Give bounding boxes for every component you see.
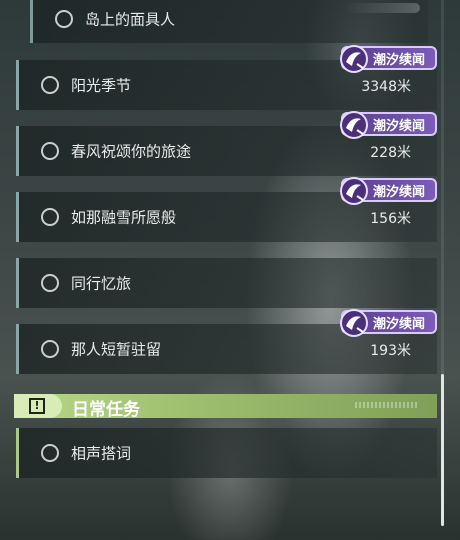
radio-circle-icon[interactable]	[41, 444, 59, 462]
quest-item[interactable]: 春风祝颂你的旅途 潮汐续闻 228米	[16, 111, 437, 176]
radio-circle-icon[interactable]	[41, 208, 59, 226]
quest-distance: 228米	[370, 145, 411, 161]
radio-circle-icon[interactable]	[41, 274, 59, 292]
section-icon-box: !	[14, 394, 62, 418]
quest-tag-label: 潮汐续闻	[373, 52, 426, 68]
quest-item[interactable]: 同行忆旅	[16, 258, 437, 308]
daily-section-header[interactable]: ! 日常任务	[14, 394, 437, 420]
quest-item[interactable]: 那人短暂驻留 潮汐续闻 193米	[16, 309, 437, 374]
quest-tag: 潮汐续闻	[340, 111, 437, 139]
quest-tag-label: 潮汐续闻	[373, 118, 426, 134]
quest-tag: 潮汐续闻	[340, 45, 437, 73]
quest-title: 阳光季节	[71, 76, 132, 95]
quest-tag: 潮汐续闻	[340, 309, 437, 337]
radio-circle-icon[interactable]	[41, 340, 59, 358]
quest-title: 同行忆旅	[71, 274, 132, 293]
quest-tag-label: 潮汐续闻	[373, 184, 426, 200]
quest-distance: 156米	[370, 211, 411, 227]
tide-swirl-icon	[340, 309, 368, 337]
quest-title: 如那融雪所愿般	[71, 208, 177, 227]
radio-circle-icon[interactable]	[41, 142, 59, 160]
quest-item[interactable]: 岛上的面具人	[30, 0, 428, 43]
radio-circle-icon[interactable]	[55, 10, 73, 28]
quest-title: 那人短暂驻留	[71, 340, 162, 359]
exclamation-icon: !	[29, 398, 45, 414]
radio-circle-icon[interactable]	[41, 76, 59, 94]
section-title: 日常任务	[72, 400, 140, 420]
quest-title: 岛上的面具人	[85, 10, 176, 29]
tide-swirl-icon	[340, 45, 368, 73]
quest-title: 相声搭词	[71, 444, 132, 463]
tide-swirl-icon	[340, 111, 368, 139]
quest-item[interactable]: 相声搭词	[16, 428, 437, 478]
scrollbar-thumb[interactable]	[441, 374, 444, 526]
quest-item[interactable]: 阳光季节 潮汐续闻 3348米	[16, 45, 437, 110]
quest-tag: 潮汐续闻	[340, 177, 437, 205]
quest-title: 春风祝颂你的旅途	[71, 142, 192, 161]
quest-item[interactable]: 如那融雪所愿般 潮汐续闻 156米	[16, 177, 437, 242]
quest-distance: 3348米	[361, 79, 411, 95]
quest-tag-label: 潮汐续闻	[373, 316, 426, 332]
quest-distance: 193米	[370, 343, 411, 359]
section-decoration	[355, 402, 417, 408]
tide-swirl-icon	[340, 177, 368, 205]
